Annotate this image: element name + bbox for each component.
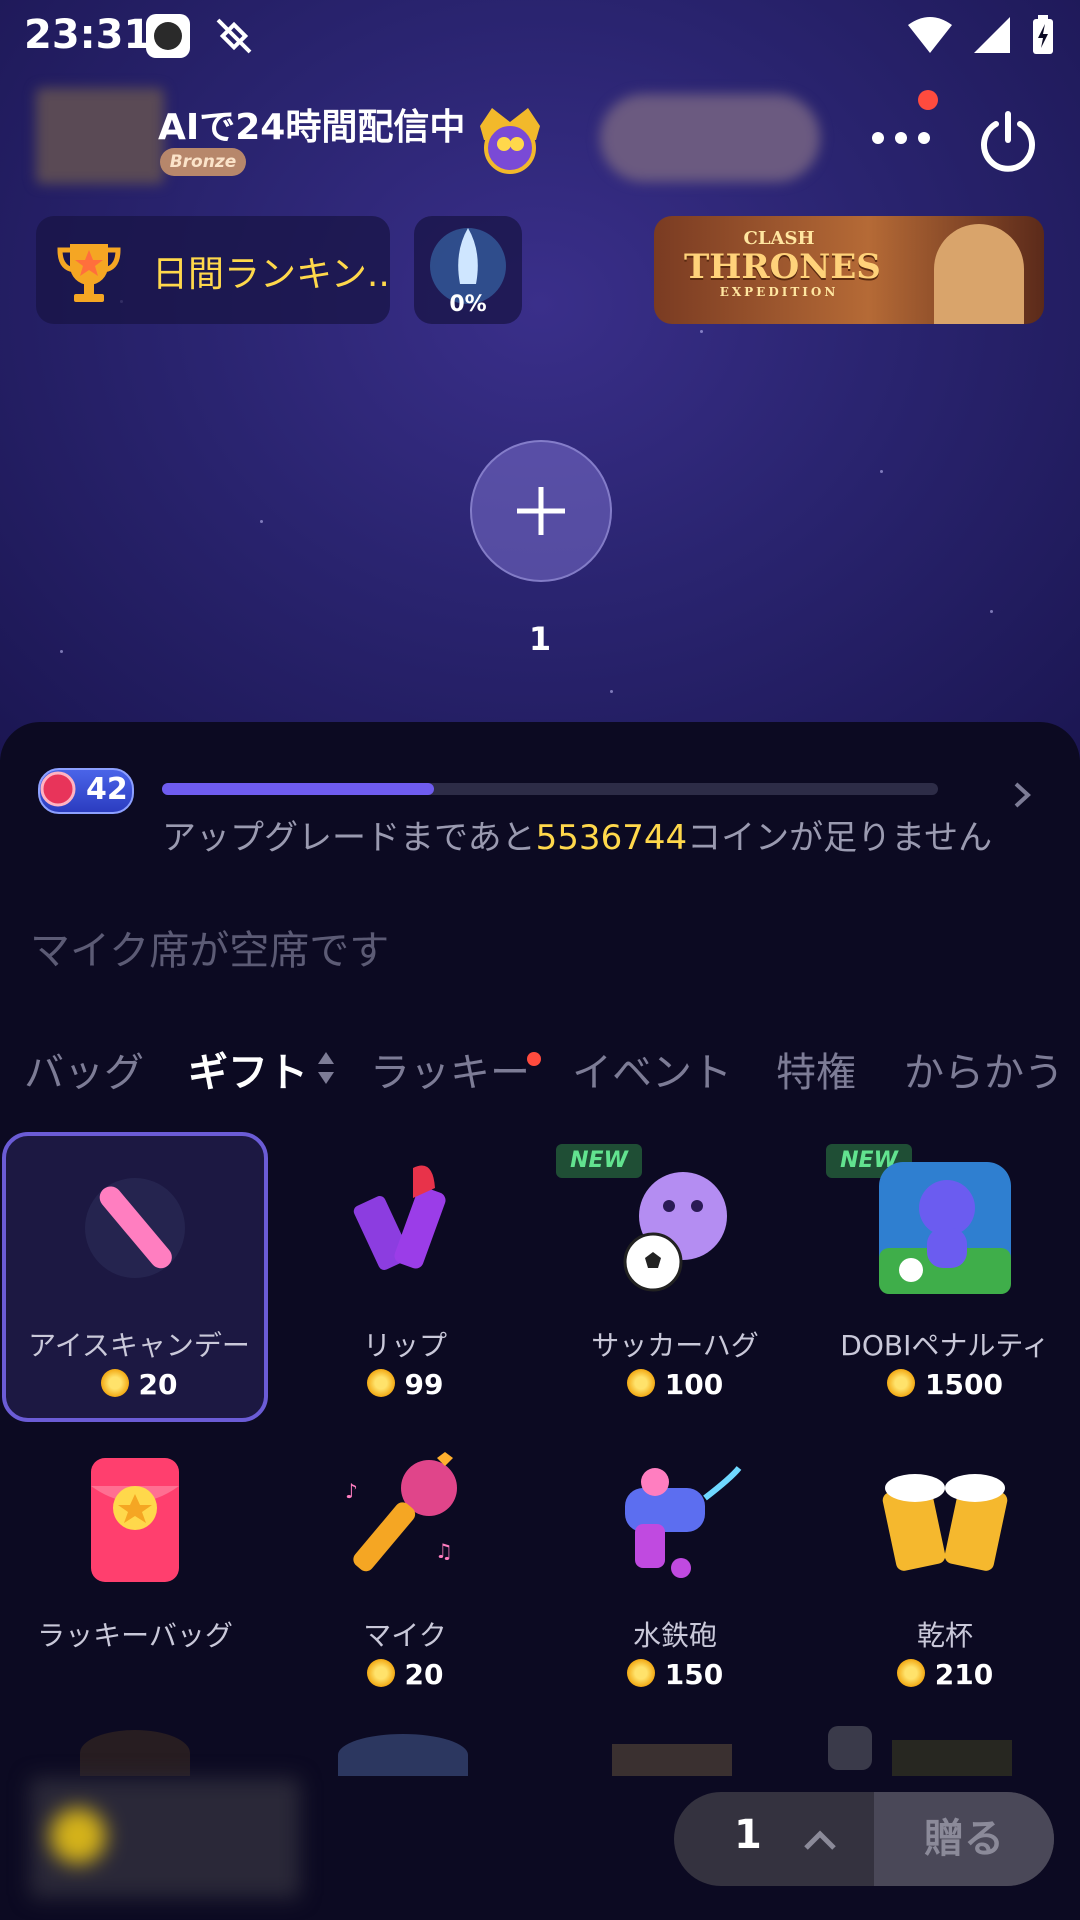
gift-name: マイク [363,1619,447,1652]
banner-character-image [934,224,1024,324]
host-avatar[interactable] [36,88,164,184]
gift-item[interactable]: 水鉄砲 150 [542,1422,808,1712]
crown-members-icon[interactable] [470,96,550,176]
coin-balance[interactable] [30,1778,300,1898]
tab-gift[interactable]: ギフト [188,1040,308,1098]
more-options-icon[interactable] [866,118,936,158]
mic-empty-status: マイク席が空席です [30,928,390,974]
wifi-icon [908,17,952,53]
chevron-right-icon[interactable] [1008,780,1038,810]
upgrade-message: アップグレードまであと5536744コインが足りません [162,810,992,859]
svg-text:♫: ♫ [435,1539,453,1563]
gift-box-icon [828,1726,872,1770]
gift-item[interactable]: アイスキャンデー 20 [2,1132,268,1422]
gift-item[interactable]: NEW サッカーハグ 100 [542,1132,808,1422]
svg-text:♪: ♪ [345,1479,358,1503]
coin-icon [896,1659,925,1687]
add-seat-button[interactable] [470,440,612,582]
tab-privilege[interactable]: 特権 [776,1040,856,1098]
gift-item[interactable]: ラッキーバッグ [2,1422,268,1712]
trophy-icon [54,236,124,306]
clash-of-thrones-banner[interactable]: CLASH THRONES EXPEDITION [654,216,1044,324]
lipstick-icon [353,1165,446,1270]
gift-price: 20 [6,1368,272,1401]
gift-name: アイスキャンデー [28,1329,250,1362]
gift-name: サッカーハグ [591,1329,759,1362]
dobi-penalty-icon [879,1162,1011,1294]
room-title: AIで24時間配信中 [158,107,466,148]
signal-icon [974,17,1010,53]
coin-icon [626,1659,655,1687]
gift-item-partial[interactable] [892,1740,1012,1776]
tab-event[interactable]: イベント [572,1040,732,1098]
beer-cheers-icon [882,1474,1008,1571]
gift-item-partial[interactable] [338,1734,468,1776]
gift-item[interactable]: ♪ ♫ マイク 20 [272,1422,538,1712]
plus-icon [517,487,565,535]
gift-price: 100 [542,1368,808,1401]
gift-item[interactable]: 乾杯 210 [812,1422,1078,1712]
lucky-bag-icon [91,1458,179,1582]
tab-bag[interactable]: バッグ [24,1040,144,1098]
upgrade-coins-needed: 5536744 [535,818,688,858]
level-medal-icon [40,771,76,807]
seat-number: 1 [528,620,552,658]
ice-candy-icon [85,1178,185,1278]
battery-charging-icon [1033,15,1053,54]
level-progress-bar [162,783,938,795]
upgrade-prefix: アップグレードまであと [162,818,536,858]
gift-price: 20 [272,1658,538,1691]
coin-icon [366,1369,395,1397]
gift-item-partial[interactable] [80,1730,190,1776]
gift-price: 1500 [812,1368,1078,1401]
power-exit-icon[interactable] [976,108,1040,172]
daily-ranking-label: 日間ランキン.. [152,254,390,295]
gift-tabs: バッグ ギフト ラッキー イベント 特権 からかう [0,1040,1080,1100]
notification-dot [918,90,938,110]
banner-title-line2: THRONES [684,247,881,287]
gift-item[interactable]: リップ 99 [272,1132,538,1422]
quantity-value: 1 [734,1812,762,1858]
gift-name: リップ [362,1329,447,1362]
sort-arrows-icon[interactable] [316,1050,336,1086]
online-users-avatars[interactable] [600,94,820,182]
status-time: 23:31 [24,12,152,58]
coin-icon [100,1369,129,1397]
send-gift-button[interactable]: 贈る [874,1792,1054,1886]
soccer-hug-icon [623,1172,727,1292]
coin-icon [626,1369,655,1397]
gift-price: 150 [542,1658,808,1691]
gift-item[interactable]: NEW DOBIペナルティ 1500 [812,1132,1078,1422]
banner-title-line3: EXPEDITION [719,285,839,299]
rocket-progress-label: 0% [449,292,487,317]
coin-icon [366,1659,395,1687]
microphone-icon: ♪♫ [345,1452,457,1572]
chevron-up-icon[interactable] [802,1828,838,1852]
gift-name: DOBIペナルティ [840,1329,1050,1362]
upgrade-suffix: コインが足りません [687,818,993,858]
level-number: 42 [86,772,128,807]
gift-name: ラッキーバッグ [37,1619,233,1652]
banner-title-line1: CLASH [743,228,815,249]
status-bar: 23:31 [0,0,1080,72]
bronze-badge: Bronze [160,148,246,176]
tab-lucky[interactable]: ラッキー [370,1040,530,1098]
coin-icon [887,1369,916,1397]
sugo-app-icon [146,14,190,58]
gift-item-partial[interactable] [612,1744,732,1776]
gift-name: 乾杯 [916,1619,973,1652]
satellite-icon [212,14,256,58]
rocket-progress-button[interactable]: 0% [414,216,522,324]
gift-price: 210 [812,1658,1078,1691]
lucky-tab-dot [527,1052,541,1066]
gift-price: 99 [272,1368,538,1401]
level-progress-fill [162,783,434,795]
water-gun-icon [625,1466,742,1578]
tab-tease[interactable]: からかう [904,1040,1064,1098]
quantity-selector[interactable]: 1 贈る [674,1792,1054,1886]
gift-name: 水鉄砲 [632,1619,717,1652]
